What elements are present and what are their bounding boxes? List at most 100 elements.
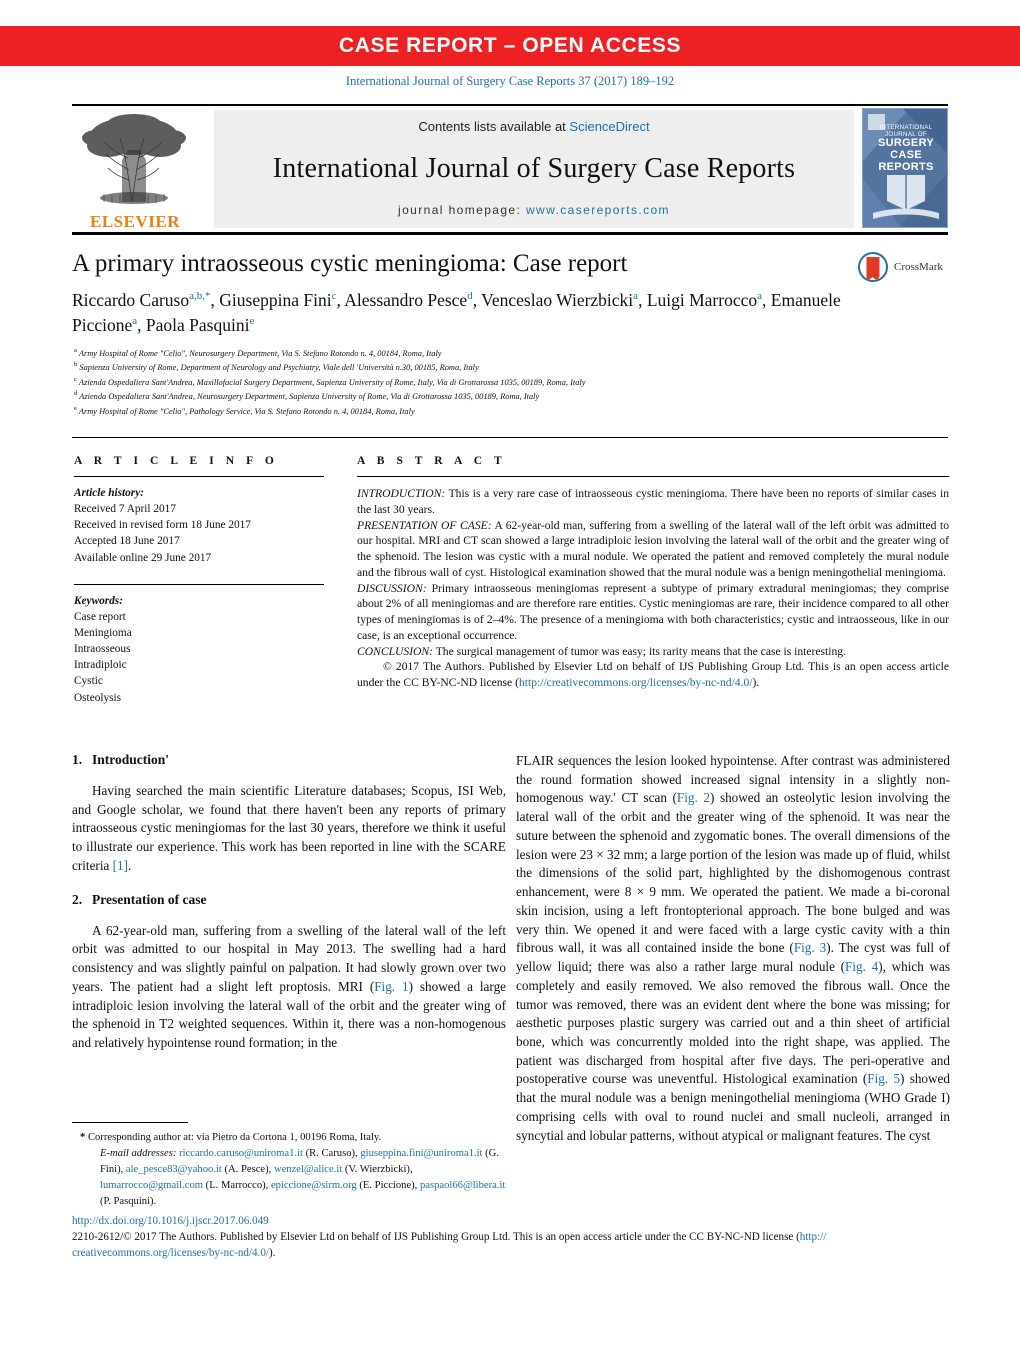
figure-link-3[interactable]: Fig. 3 [794,940,826,955]
license-link-part-b[interactable]: creativecommons.org/licenses/by-nc-nd/4.… [72,1247,269,1259]
abstract-section-label: DISCUSSION: [357,581,427,595]
author-name[interactable]: Riccardo Caruso [72,290,189,310]
email-link[interactable]: ale_pesce83@yahoo.it [126,1164,222,1175]
journal-cover-thumbnail[interactable]: INTERNATIONAL JOURNAL OF SURGERY CASE RE… [862,108,948,228]
email-link[interactable]: riccardo.caruso@uniroma1.it [179,1148,303,1159]
right-text-d: ), which was completely and easily remov… [516,959,950,1087]
section-heading-presentation: 2. Presentation of case [72,892,506,908]
figure-link-2[interactable]: Fig. 2 [677,790,710,805]
corresponding-author-text: Corresponding author at: via Pietro da C… [85,1132,382,1143]
abstract-column: A B S T R A C T INTRODUCTION: This is a … [357,455,949,691]
introduction-text: Having searched the main scientific Lite… [72,783,506,873]
author-name[interactable]: Venceslao Wierzbicki [481,290,633,310]
abstract-body: INTRODUCTION: This is a very rare case o… [357,486,949,691]
affiliation-item: e Army Hospital of Rome "Celio", Patholo… [74,404,415,416]
article-info-rule [74,476,324,477]
abstract-section-text: The surgical management of tumor was eas… [433,644,846,658]
email-owner: (V. Wierzbicki), [342,1163,413,1175]
author-name[interactable]: Paola Pasquini [146,315,250,335]
author-name[interactable]: Alessandro Pesce [344,290,467,310]
keyword-item: Case report [74,610,126,623]
figure-link-5[interactable]: Fig. 5 [867,1071,900,1086]
article-history-block: Article history: Received 7 April 2017 Re… [74,485,324,566]
keyword-item: Meningioma [74,626,132,639]
email-link[interactable]: lumarrocco@gmail.com [100,1180,203,1191]
footnote-block: * Corresponding author at: via Pietro da… [72,1130,508,1209]
article-history-label: Article history: [74,487,144,499]
author-name[interactable]: Luigi Marrocco [647,290,757,310]
affiliation-key: a [74,347,77,354]
info-abstract-top-rule [72,437,948,438]
abstract-section: INTRODUCTION: This is a very rare case o… [357,486,949,518]
abstract-section-label: INTRODUCTION: [357,487,446,500]
footnote-rule [72,1122,188,1123]
cover-title-text: INTERNATIONAL JOURNAL OF SURGERY CASE RE… [863,124,947,174]
body-left-column: 1. Introduction' Having searched the main… [72,752,506,1069]
keywords-block: Keywords: Case report Meningioma Intraosse… [74,593,324,706]
affiliation-key: e [74,404,77,412]
abstract-section: DISCUSSION: Primary intraosseous meningi… [357,581,949,644]
figure-link-4[interactable]: Fig. 4 [845,959,878,974]
affiliation-item: a Army Hospital of Rome "Celio", Neurosu… [74,347,442,358]
article-history-item: Available online 29 June 2017 [74,551,212,564]
footer-block: http://dx.doi.org/10.1016/j.ijscr.2017.0… [72,1214,952,1261]
affiliation-list: a Army Hospital of Rome "Celio", Neurosu… [74,346,954,418]
abstract-section-text: Primary intraosseous meningiomas represe… [357,581,949,642]
author-list: Riccardo Carusoa,b,*, Giuseppina Finic, … [72,290,841,336]
journal-header-box: Contents lists available at ScienceDirec… [214,110,854,228]
email-link[interactable]: giuseppina.fini@uniroma1.it [360,1148,482,1159]
keywords-rule [74,583,324,585]
homepage-url-link[interactable]: www.casereports.com [526,203,670,217]
email-addresses-label: E-mail addresses: [100,1147,177,1159]
author-affiliation-marker: a,b,* [189,290,211,303]
email-addresses-line: E-mail addresses: riccardo.caruso@unirom… [72,1146,508,1210]
license-link-part-a[interactable]: http:// [800,1231,827,1243]
email-owner: (R. Caruso), [302,1147,361,1159]
article-info-heading: A R T I C L E I N F O [74,455,279,467]
article-history-item: Received 7 April 2017 [74,503,176,516]
section-heading-introduction: 1. Introduction' [72,752,506,768]
journal-masthead: ELSEVIER Contents lists available at Sci… [72,104,948,235]
affiliation-item: d Azienda Ospedaliera Sant'Andrea, Neuro… [74,390,540,402]
issn-copyright-text: 2210-2612/© 2017 The Authors. Published … [72,1230,800,1243]
email-owner: (P. Pasquini). [100,1195,157,1207]
affiliation-item: c Azienda Ospedaliera Sant'Andrea, Maxil… [74,375,586,387]
article-info-column: A R T I C L E I N F O Article history: R… [74,455,324,706]
open-access-banner: CASE REPORT – OPEN ACCESS [0,26,1020,66]
email-link[interactable]: paspaol66@libera.it [420,1180,505,1191]
page-title: A primary intraosseous cystic meningioma… [72,250,628,277]
doi-link[interactable]: http://dx.doi.org/10.1016/j.ijscr.2017.0… [72,1214,952,1230]
author-affiliation-marker: d [467,290,473,303]
presentation-paragraph: A 62-year-old man, suffering from a swel… [72,922,506,1053]
body-right-column: FLAIR sequences the lesion looked hypoin… [516,752,950,1161]
keywords-label: Keywords: [74,594,123,607]
license-tail: ). [268,1246,276,1259]
author-affiliation-marker: a [757,290,763,303]
article-history-item: Received in revised form 18 June 2017 [74,519,251,532]
affiliation-key: c [74,375,77,383]
email-owner: (L. Marrocco), [203,1179,271,1191]
crossmark-badge[interactable]: CrossMark [858,250,954,284]
affiliation-key: b [74,361,78,369]
crossmark-label: CrossMark [894,261,943,273]
introduction-paragraph: Having searched the main scientific Lite… [72,782,506,876]
abstract-section-label: CONCLUSION: [357,644,434,658]
homepage-prefix: journal homepage: [398,203,526,217]
abstract-license-link[interactable]: http://creativecommons.org/licenses/by-n… [519,676,753,689]
author-name[interactable]: Giuseppina Fini [219,290,331,310]
reference-link-1[interactable]: [1] [113,858,128,873]
figure-link-1[interactable]: Fig. 1 [374,979,408,994]
abstract-section: CONCLUSION: The surgical management of t… [357,644,949,660]
keyword-item: Intradiploic [74,659,127,672]
author-affiliation-marker: a [132,315,138,328]
presentation-continued-paragraph: FLAIR sequences the lesion looked hypoin… [516,752,950,1145]
email-link[interactable]: epiccione@sirm.org [271,1180,357,1191]
abstract-copyright-tail: ). [752,676,760,690]
author-affiliation-marker: c [331,290,337,303]
right-text-b: ) showed an osteolytic lesion involving … [516,790,950,956]
section-1-number: 1. [72,752,83,767]
author-affiliation-marker: e [249,315,255,328]
email-link[interactable]: wenzel@alice.it [274,1164,342,1175]
journal-title: International Journal of Surgery Case Re… [272,152,796,184]
sciencedirect-link[interactable]: ScienceDirect [569,119,649,134]
